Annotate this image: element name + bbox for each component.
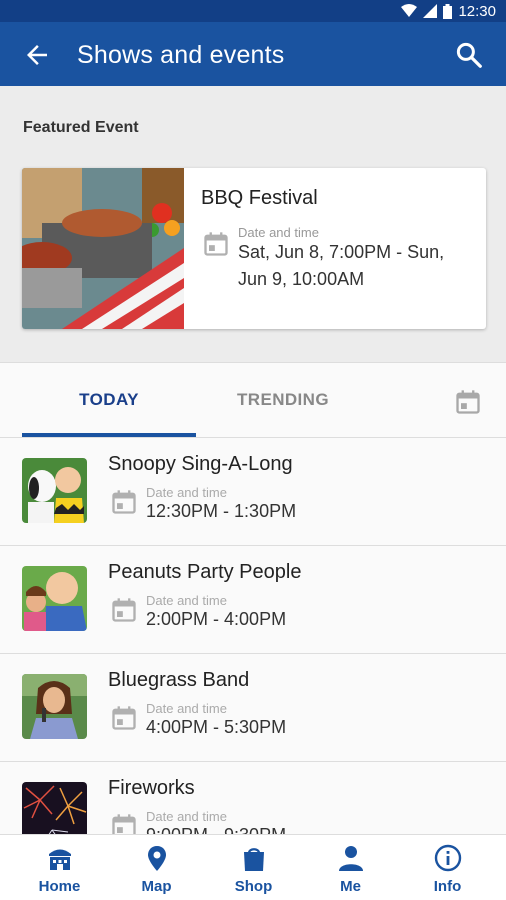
event-list-item[interactable]: Snoopy Sing-A-Long Date and time 12:30PM… — [0, 438, 506, 546]
search-icon[interactable] — [454, 40, 484, 70]
featured-event-card[interactable]: BBQ Festival Date and time Sat, Jun 8, 7… — [22, 168, 486, 329]
tab-today[interactable]: TODAY — [22, 363, 196, 437]
nav-label: Map — [141, 878, 172, 895]
shopping-bag-icon — [244, 848, 264, 871]
nav-home[interactable]: Home — [9, 835, 110, 900]
event-date-label: Date and time — [146, 593, 227, 608]
featured-heading: Featured Event — [23, 119, 139, 136]
featured-title: BBQ Festival — [201, 187, 318, 209]
bbq-festival-image — [22, 168, 184, 329]
event-list-item[interactable]: Peanuts Party People Date and time 2:00P… — [0, 546, 506, 654]
event-name: Fireworks — [108, 777, 195, 799]
signal-icon — [423, 4, 438, 18]
calendar-icon — [112, 490, 136, 514]
bottom-navigation: Home Map Shop Me Info — [0, 834, 506, 900]
event-date-label: Date and time — [146, 485, 227, 500]
calendar-icon — [112, 598, 136, 622]
event-date-value: 4:00PM - 5:30PM — [146, 717, 287, 737]
fireworks-thumbnail — [22, 782, 87, 834]
nav-info[interactable]: Info — [397, 835, 498, 900]
wifi-icon — [401, 4, 418, 17]
featured-date-value: Sat, Jun 8, 7:00PM - Sun, Jun 9, 10:00AM — [238, 242, 445, 289]
tab-selected-indicator — [22, 433, 196, 437]
peanuts-party-thumbnail — [22, 566, 87, 631]
status-bar: 12:30 — [0, 0, 506, 22]
nav-map[interactable]: Map — [106, 835, 207, 900]
nav-label: Shop — [234, 878, 273, 895]
nav-me[interactable]: Me — [300, 835, 401, 900]
calendar-icon — [112, 706, 136, 730]
battery-icon — [443, 3, 453, 19]
info-icon — [434, 844, 462, 872]
featured-date-label: Date and time — [238, 225, 319, 240]
event-list-item[interactable]: Bluegrass Band Date and time 4:00PM - 5:… — [0, 654, 506, 762]
calendar-filter-icon[interactable] — [454, 388, 482, 416]
tab-bar: TODAY TRENDING — [0, 362, 506, 438]
page-title: Shows and events — [77, 41, 285, 69]
bluegrass-band-thumbnail — [22, 674, 87, 739]
nav-label: Home — [38, 878, 81, 895]
calendar-icon — [204, 232, 228, 256]
calendar-icon — [112, 814, 136, 834]
event-list: Snoopy Sing-A-Long Date and time 12:30PM… — [0, 438, 506, 834]
event-name: Bluegrass Band — [108, 669, 250, 691]
event-date-label: Date and time — [146, 701, 227, 716]
featured-section: Featured Event BBQ Festival Date and tim… — [0, 86, 506, 362]
event-date-value: 12:30PM - 1:30PM — [146, 501, 297, 521]
nav-shop[interactable]: Shop — [203, 835, 304, 900]
tab-trending[interactable]: TRENDING — [196, 363, 370, 437]
event-date-value: 2:00PM - 4:00PM — [146, 609, 287, 629]
event-list-item[interactable]: Fireworks Date and time 9:00PM - 9:30PM — [0, 762, 506, 834]
event-date-label: Date and time — [146, 809, 227, 824]
event-name: Snoopy Sing-A-Long — [108, 453, 293, 475]
nav-label: Info — [433, 878, 462, 895]
person-icon — [339, 846, 363, 871]
app-bar: Shows and events — [0, 22, 506, 86]
event-date-value: 9:00PM - 9:30PM — [146, 825, 286, 834]
snoopy-thumbnail — [22, 458, 87, 523]
map-pin-icon — [148, 846, 166, 871]
event-name: Peanuts Party People — [108, 561, 302, 583]
status-time: 12:30 — [458, 2, 496, 20]
park-icon — [49, 849, 71, 870]
back-arrow-icon[interactable] — [22, 40, 52, 70]
nav-label: Me — [340, 878, 361, 895]
